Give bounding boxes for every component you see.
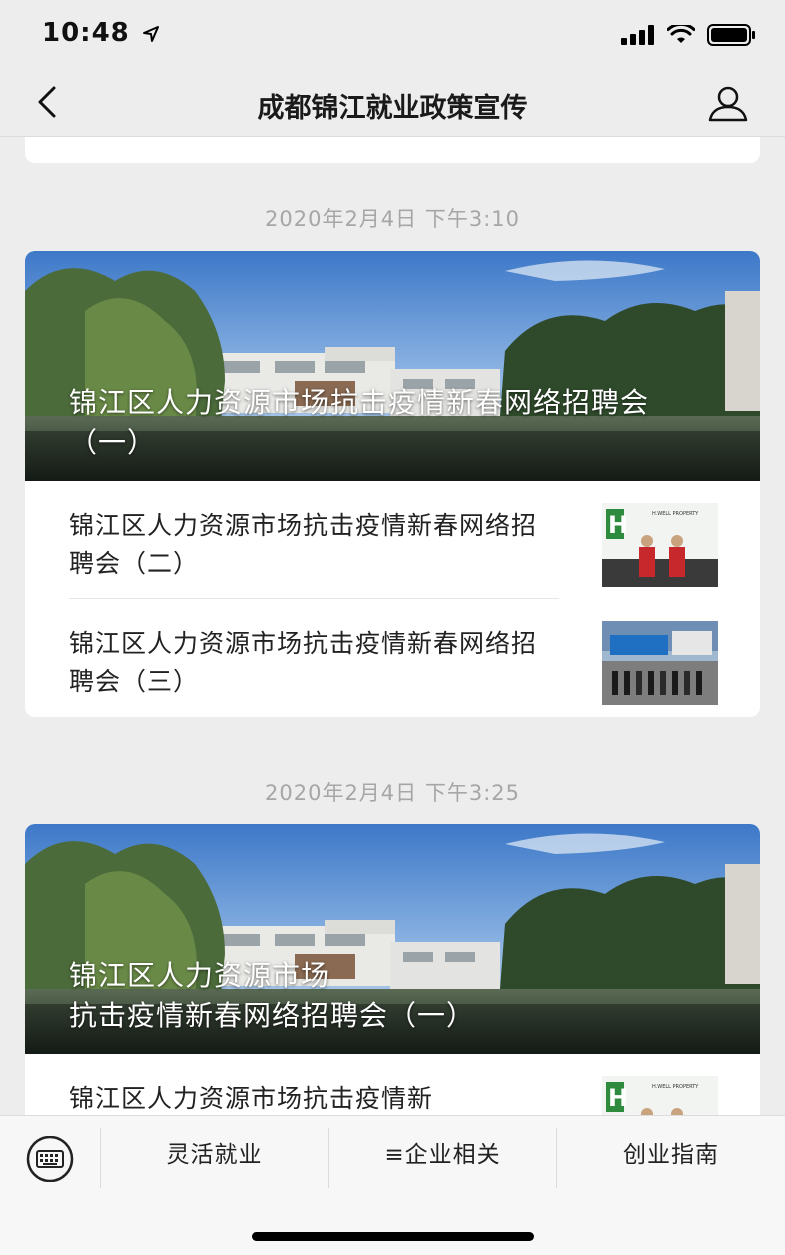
thumbnail-image bbox=[602, 621, 718, 705]
article-card: 锦江区人力资源市场 抗击疫情新春网络招聘会（一） 锦江区人力资源市场抗击疫情新 … bbox=[25, 824, 760, 1115]
keyboard-icon[interactable] bbox=[24, 1136, 76, 1182]
article-title: 锦江区人力资源市场抗击疫情新 bbox=[69, 1084, 434, 1113]
home-indicator[interactable] bbox=[252, 1232, 534, 1241]
message-timestamp: 2020年2月4日 下午3:10 bbox=[265, 207, 520, 231]
hero-title-line: 抗击疫情新春网络招聘会（一） bbox=[69, 999, 476, 1032]
article-card: 锦江区人力资源市场抗击疫情新春网络招聘会（一） 锦江区人力资源市场抗击疫情新春网… bbox=[25, 251, 760, 717]
thumbnail-brand-text: H.WELL PROPERTY bbox=[652, 1084, 699, 1090]
message-timestamp: 2020年2月4日 下午3:25 bbox=[265, 781, 520, 805]
hero-article-title: 锦江区人力资源市场 抗击疫情新春网络招聘会（一） bbox=[69, 956, 700, 1036]
previous-message-card bbox=[25, 137, 760, 163]
menu-startup-guide[interactable]: 创业指南 bbox=[557, 1116, 785, 1188]
article-thumbnail bbox=[602, 621, 718, 705]
svg-text:H: H bbox=[608, 1084, 628, 1112]
hero-article-title: 锦江区人力资源市场抗击疫情新春网络招聘会（一） bbox=[69, 386, 650, 459]
article-thumbnail: H H.WELL PROPERTY bbox=[602, 503, 718, 587]
menu-flexible-employment[interactable]: 灵活就业 bbox=[101, 1116, 328, 1188]
profile-icon[interactable] bbox=[707, 84, 749, 122]
article-list-item[interactable]: 锦江区人力资源市场抗击疫情新春网络招聘会（三） bbox=[25, 599, 760, 717]
hero-article[interactable]: 锦江区人力资源市场抗击疫情新春网络招聘会（一） bbox=[25, 251, 760, 481]
article-list-item[interactable]: 锦江区人力资源市场抗击疫情新春网络招聘会（二） H H.WELL PROPERT… bbox=[25, 481, 760, 599]
article-title: 锦江区人力资源市场抗击疫情新春网络招聘会（二） bbox=[69, 511, 538, 578]
status-time: 10:48 bbox=[42, 18, 160, 48]
status-indicators bbox=[621, 24, 755, 46]
thumbnail-image: H H.WELL PROPERTY bbox=[602, 1076, 718, 1115]
thumbnail-image: H H.WELL PROPERTY bbox=[602, 503, 718, 587]
article-title: 锦江区人力资源市场抗击疫情新春网络招聘会（三） bbox=[69, 629, 538, 696]
navigation-bar: 成都锦江就业政策宣传 bbox=[0, 70, 785, 137]
svg-text:H: H bbox=[608, 511, 628, 539]
cellular-signal-icon bbox=[621, 25, 654, 45]
hero-title-line: 锦江区人力资源市场 bbox=[69, 959, 331, 992]
wifi-icon bbox=[667, 25, 695, 43]
battery-icon bbox=[707, 24, 755, 46]
thumbnail-brand-text: H.WELL PROPERTY bbox=[652, 511, 699, 517]
message-list[interactable]: 2020年2月4日 下午3:10 锦江区人力资源市场抗击疫情新春网络招聘会（一）… bbox=[0, 137, 785, 1115]
location-arrow-icon bbox=[142, 25, 159, 42]
hero-article[interactable]: 锦江区人力资源市场 抗击疫情新春网络招聘会（一） bbox=[25, 824, 760, 1054]
status-bar: 10:48 bbox=[0, 0, 785, 70]
menu-enterprise-related[interactable]: ≡企业相关 bbox=[329, 1116, 556, 1188]
page-title: 成都锦江就业政策宣传 bbox=[257, 93, 528, 124]
article-thumbnail: H H.WELL PROPERTY bbox=[602, 1076, 718, 1115]
article-list-item[interactable]: 锦江区人力资源市场抗击疫情新 H H.WELL PROPERTY bbox=[25, 1054, 760, 1115]
status-time-text: 10:48 bbox=[42, 18, 130, 48]
